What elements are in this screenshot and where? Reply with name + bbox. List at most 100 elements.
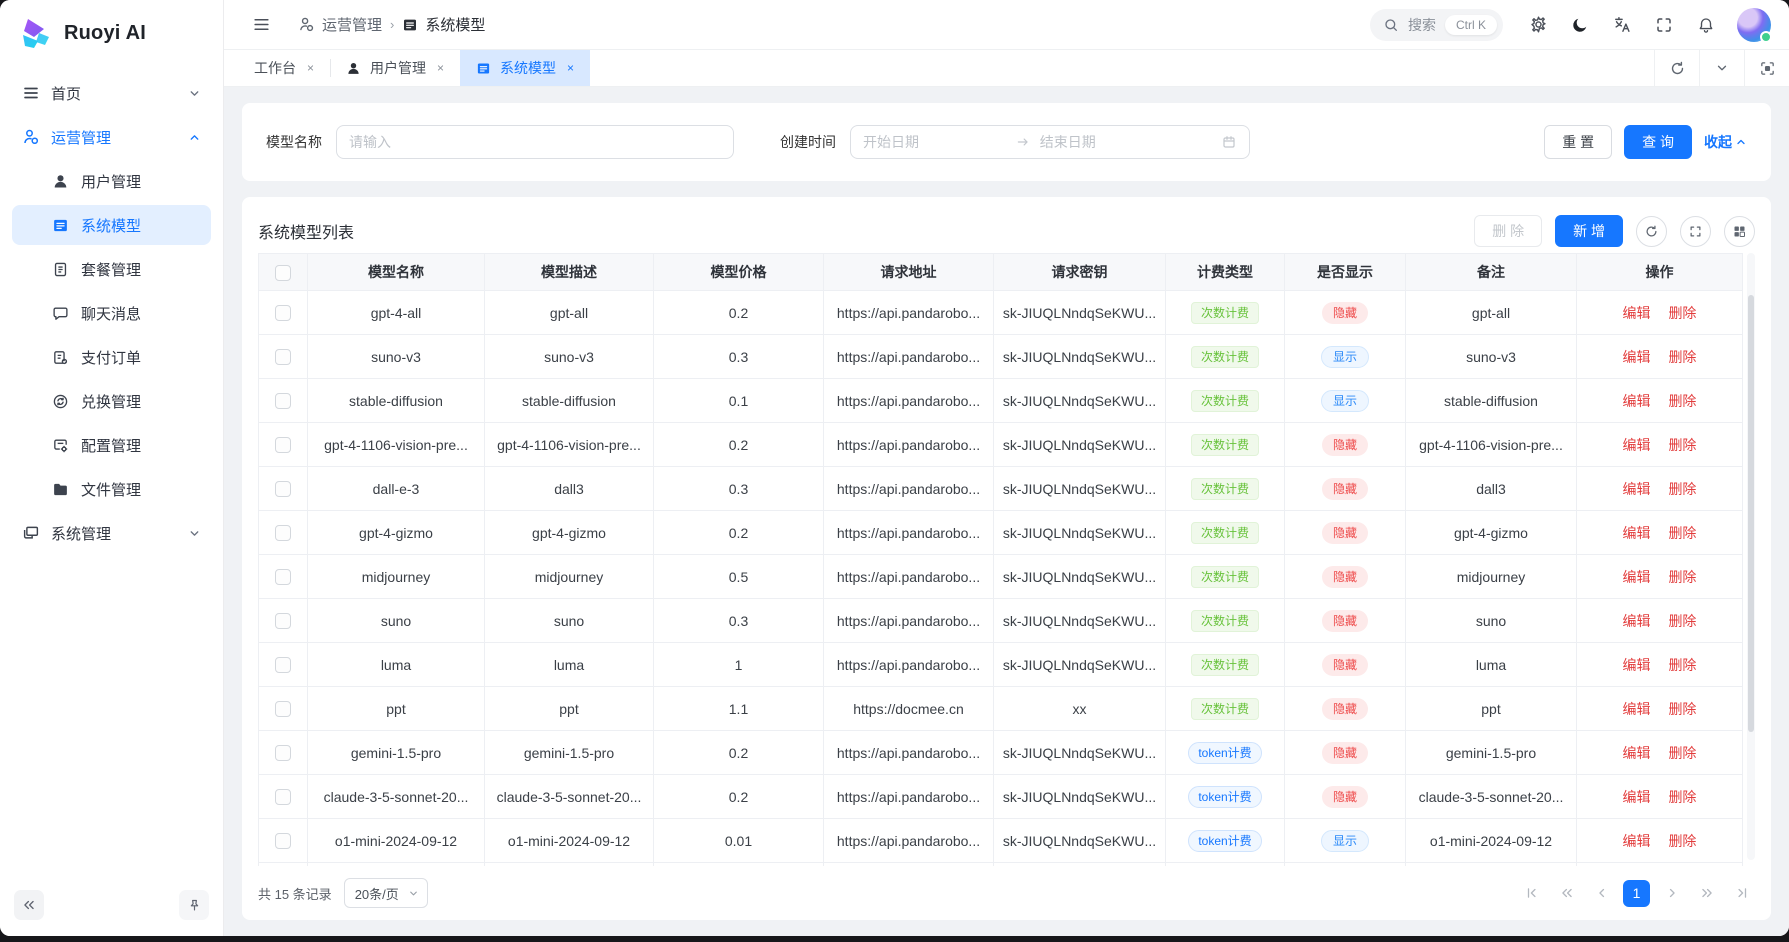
row-checkbox[interactable] (275, 481, 291, 497)
row-checkbox[interactable] (275, 701, 291, 717)
notifications-bell-icon[interactable] (1689, 8, 1723, 42)
maximize-content-icon[interactable] (1744, 50, 1789, 86)
row-checkbox[interactable] (275, 305, 291, 321)
table-refresh-icon[interactable] (1636, 216, 1667, 247)
sidebar-collapse-button[interactable] (14, 890, 44, 920)
sidebar-item-packages[interactable]: 套餐管理 (12, 249, 211, 289)
delete-link[interactable]: 删除 (1668, 613, 1696, 629)
scrollbar-thumb[interactable] (1748, 295, 1754, 732)
collapse-filters-link[interactable]: 收起 (1704, 132, 1747, 152)
pin-icon[interactable] (179, 890, 209, 920)
reset-button[interactable]: 重 置 (1544, 125, 1612, 159)
row-checkbox[interactable] (275, 613, 291, 629)
close-icon[interactable]: × (567, 61, 574, 75)
first-page-icon[interactable] (1518, 880, 1545, 907)
row-checkbox[interactable] (275, 657, 291, 673)
sidebar: Ruoyi AI 首页 运营管理 (0, 0, 224, 936)
row-checkbox[interactable] (275, 569, 291, 585)
sidebar-item-chat-messages[interactable]: 聊天消息 (12, 293, 211, 333)
dark-mode-moon-icon[interactable] (1563, 8, 1597, 42)
jump-next-icon[interactable] (1693, 880, 1720, 907)
prev-page-icon[interactable] (1588, 880, 1615, 907)
delete-link[interactable]: 删除 (1668, 525, 1696, 541)
close-icon[interactable]: × (307, 61, 314, 75)
settings-gear-icon[interactable] (1521, 8, 1555, 42)
jump-prev-icon[interactable] (1553, 880, 1580, 907)
select-all-checkbox[interactable] (275, 265, 291, 281)
column-settings-icon[interactable] (1724, 216, 1755, 247)
billing-type-badge: 次数计费 (1191, 522, 1259, 544)
table-fullscreen-icon[interactable] (1680, 216, 1711, 247)
close-icon[interactable]: × (437, 61, 444, 75)
cell-request-key: sk-JIUQLNndqSeKWU... (994, 643, 1166, 687)
add-button[interactable]: 新 增 (1555, 215, 1623, 247)
row-checkbox[interactable] (275, 525, 291, 541)
delete-link[interactable]: 删除 (1668, 833, 1696, 849)
page-number-current[interactable]: 1 (1623, 880, 1650, 907)
edit-link[interactable]: 编辑 (1623, 525, 1651, 541)
edit-link[interactable]: 编辑 (1623, 833, 1651, 849)
row-checkbox[interactable] (275, 437, 291, 453)
sidebar-item-system-admin[interactable]: 系统管理 (12, 513, 211, 553)
row-checkbox[interactable] (275, 833, 291, 849)
edit-link[interactable]: 编辑 (1623, 657, 1651, 673)
model-name-input[interactable] (336, 125, 734, 159)
edit-link[interactable]: 编辑 (1623, 393, 1651, 409)
delete-link[interactable]: 删除 (1668, 481, 1696, 497)
edit-link[interactable]: 编辑 (1623, 569, 1651, 585)
bulk-delete-button[interactable]: 删 除 (1474, 215, 1542, 247)
global-search[interactable]: 搜索 Ctrl K (1370, 9, 1503, 41)
sidebar-item-config[interactable]: 配置管理 (12, 425, 211, 465)
page-size-select[interactable]: 20条/页 (344, 878, 428, 908)
sidebar-item-system-models[interactable]: 系统模型 (12, 205, 211, 245)
edit-link[interactable]: 编辑 (1623, 305, 1651, 321)
sidebar-item-payment-orders[interactable]: 支付订单 (12, 337, 211, 377)
translate-icon[interactable] (1605, 8, 1639, 42)
tab-system-models[interactable]: 系统模型 × (460, 50, 590, 86)
edit-link[interactable]: 编辑 (1623, 613, 1651, 629)
sidebar-item-files[interactable]: 文件管理 (12, 469, 211, 509)
delete-link[interactable]: 删除 (1668, 393, 1696, 409)
sidebar-item-operations[interactable]: 运营管理 (12, 117, 211, 157)
row-checkbox[interactable] (275, 349, 291, 365)
cell-request-key: sk-JIUQLNndqSeKWU... (994, 555, 1166, 599)
breadcrumb-item-system-models[interactable]: 系统模型 (402, 14, 485, 35)
table-scrollbar[interactable] (1747, 253, 1755, 860)
tab-workbench[interactable]: 工作台 × (238, 50, 330, 86)
next-page-icon[interactable] (1658, 880, 1685, 907)
last-page-icon[interactable] (1728, 880, 1755, 907)
delete-link[interactable]: 删除 (1668, 305, 1696, 321)
edit-link[interactable]: 编辑 (1623, 437, 1651, 453)
app-window: Ruoyi AI 首页 运营管理 (0, 0, 1789, 936)
date-range-picker[interactable]: 开始日期 结束日期 (850, 125, 1250, 159)
delete-link[interactable]: 删除 (1668, 569, 1696, 585)
delete-link[interactable]: 删除 (1668, 349, 1696, 365)
refresh-icon[interactable] (1654, 50, 1699, 86)
delete-link[interactable]: 删除 (1668, 745, 1696, 761)
visibility-badge: 显示 (1321, 830, 1369, 852)
cell-request-url: https://api.pandarobo... (824, 599, 994, 643)
delete-link[interactable]: 删除 (1668, 657, 1696, 673)
chevron-down-icon[interactable] (1699, 50, 1744, 86)
edit-link[interactable]: 编辑 (1623, 349, 1651, 365)
delete-link[interactable]: 删除 (1668, 437, 1696, 453)
row-checkbox[interactable] (275, 789, 291, 805)
row-checkbox[interactable] (275, 393, 291, 409)
sidebar-item-users[interactable]: 用户管理 (12, 161, 211, 201)
edit-link[interactable]: 编辑 (1623, 481, 1651, 497)
edit-link[interactable]: 编辑 (1623, 789, 1651, 805)
delete-link[interactable]: 删除 (1668, 789, 1696, 805)
sidebar-item-exchange[interactable]: 兑换管理 (12, 381, 211, 421)
hamburger-menu-icon[interactable] (244, 8, 278, 42)
brand-logo[interactable]: Ruoyi AI (0, 0, 223, 65)
edit-link[interactable]: 编辑 (1623, 701, 1651, 717)
tab-users[interactable]: 用户管理 × (330, 50, 460, 86)
user-avatar[interactable] (1737, 8, 1771, 42)
sidebar-item-home[interactable]: 首页 (12, 73, 211, 113)
edit-link[interactable]: 编辑 (1623, 745, 1651, 761)
breadcrumb-item-operations[interactable]: 运营管理 (298, 14, 382, 35)
delete-link[interactable]: 删除 (1668, 701, 1696, 717)
row-checkbox[interactable] (275, 745, 291, 761)
query-button[interactable]: 查 询 (1624, 125, 1692, 159)
fullscreen-icon[interactable] (1647, 8, 1681, 42)
